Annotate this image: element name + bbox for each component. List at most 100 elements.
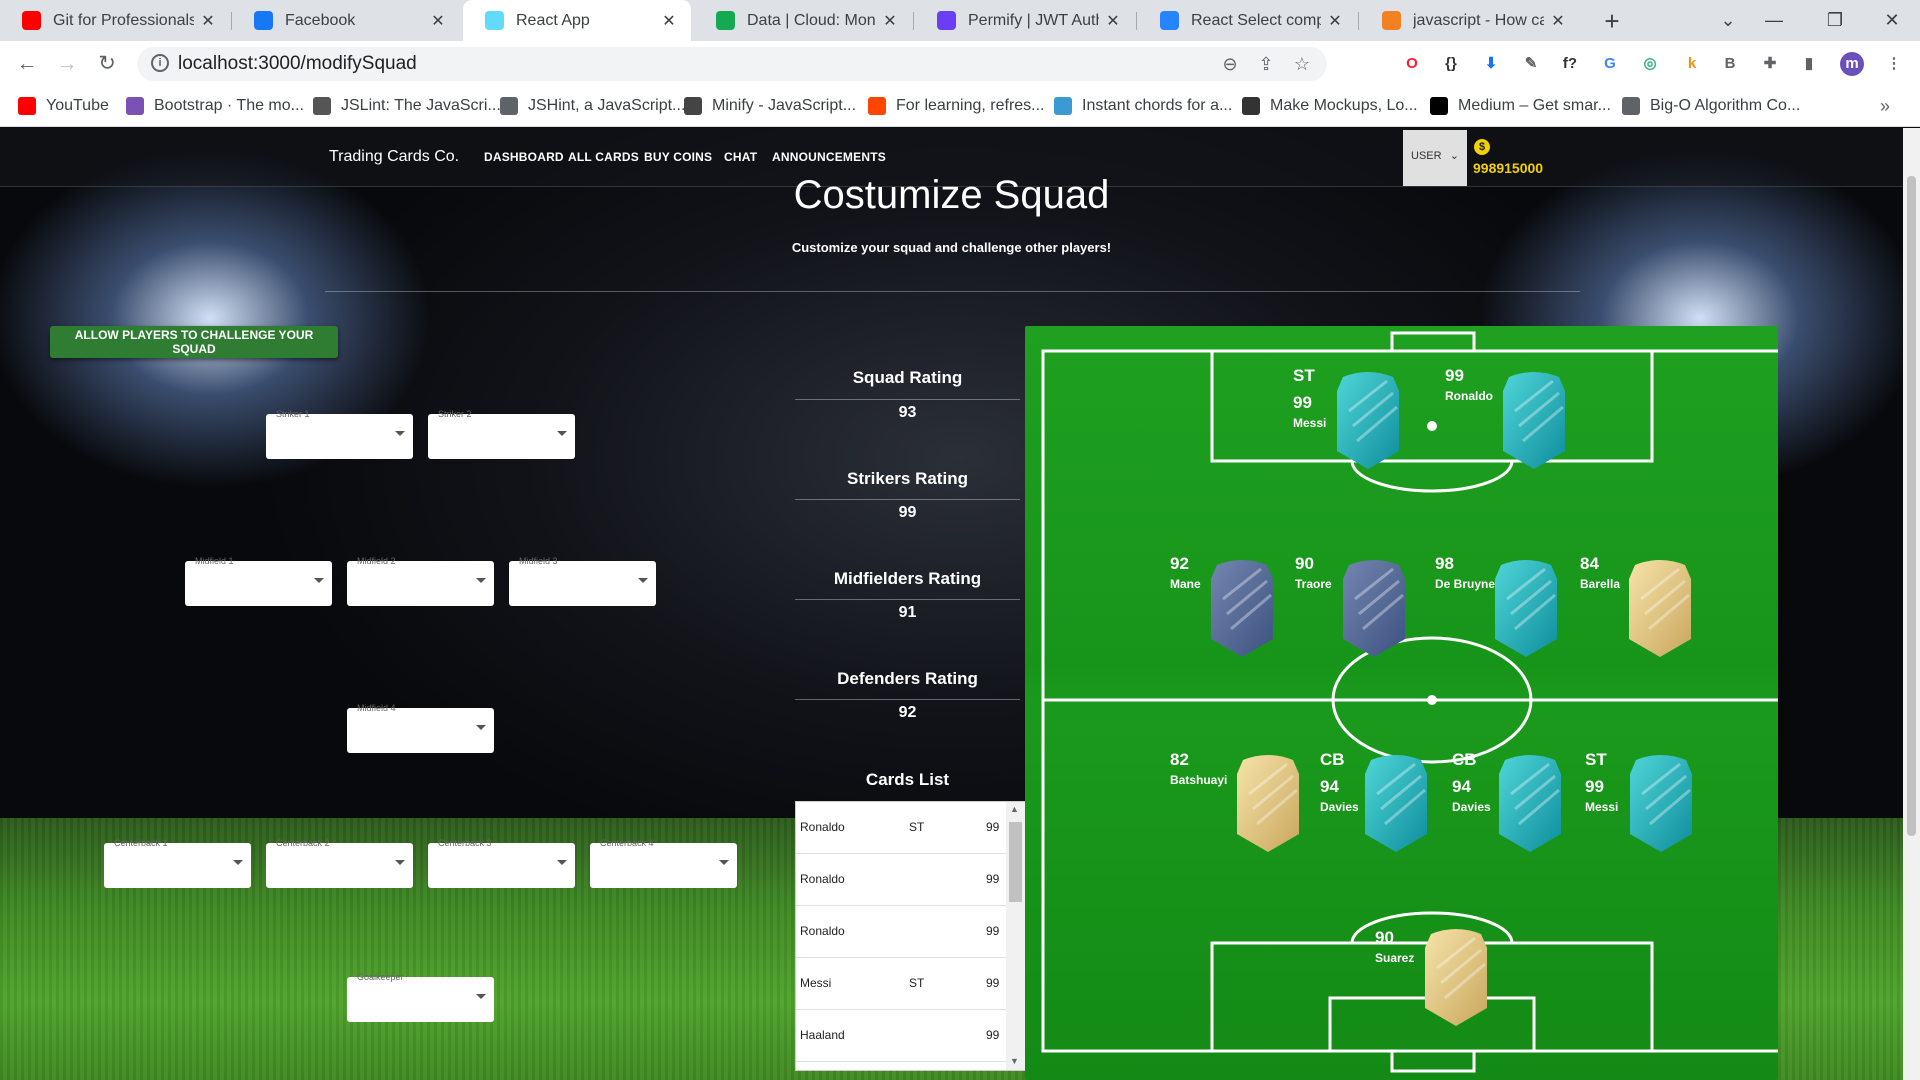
card-list-item[interactable]: Ronaldo 99 bbox=[796, 906, 1006, 958]
player-card[interactable] bbox=[1629, 559, 1691, 657]
puzzle-icon[interactable]: ✚ bbox=[1758, 52, 1782, 76]
cards-list-scrollbar[interactable]: ▲ ▼ bbox=[1006, 802, 1025, 1070]
midfield-4-select[interactable]: Midfield 4 bbox=[347, 703, 494, 753]
nav-all-cards[interactable]: ALL CARDS bbox=[568, 150, 639, 164]
nav-buy-coins[interactable]: BUY COINS bbox=[644, 150, 712, 164]
reload-icon[interactable]: ↻ bbox=[92, 49, 122, 79]
tab-title: javascript - How can I bbox=[1413, 11, 1544, 29]
new-tab-button[interactable]: + bbox=[1597, 6, 1627, 36]
close-tab-icon[interactable]: ✕ bbox=[876, 11, 904, 31]
bookmark-star-icon[interactable]: ☆ bbox=[1289, 51, 1315, 77]
centerback-1-select[interactable]: Centerback 1 bbox=[104, 838, 251, 888]
bookmark-label: For learning, refres... bbox=[896, 97, 1045, 114]
cards-list-scroll-thumb[interactable] bbox=[1009, 822, 1022, 902]
goalkeeper-select[interactable]: Goalkeeper bbox=[347, 972, 494, 1022]
browser-tab[interactable]: Permify | JWT Authent✕ bbox=[915, 0, 1135, 41]
centerback-2-select[interactable]: Centerback 2 bbox=[266, 838, 413, 888]
centerback-3-select[interactable]: Centerback 3 bbox=[428, 838, 575, 888]
bookmark-item[interactable]: YouTube bbox=[18, 87, 109, 125]
profile-avatar[interactable]: m bbox=[1840, 52, 1864, 76]
centerback-4-select[interactable]: Centerback 4 bbox=[590, 838, 737, 888]
close-tab-icon[interactable]: ✕ bbox=[1321, 11, 1349, 31]
nav-dashboard[interactable]: DASHBOARD bbox=[484, 150, 564, 164]
striker-2-select[interactable]: Striker 2 bbox=[428, 409, 575, 459]
card-list-item[interactable]: Messi ST 99 bbox=[796, 958, 1006, 1010]
allow-challenge-button[interactable]: ALLOW PLAYERS TO CHALLENGE YOUR SQUAD bbox=[50, 326, 338, 358]
page-scrollbar[interactable] bbox=[1903, 128, 1920, 1080]
color-icon[interactable]: ◎ bbox=[1638, 52, 1662, 76]
bookmark-item[interactable]: JSHint, a JavaScript... bbox=[500, 87, 685, 125]
close-tab-icon[interactable]: ✕ bbox=[655, 11, 683, 31]
card-position: ST bbox=[909, 976, 925, 990]
player-name: Suarez bbox=[1375, 951, 1415, 965]
bookmark-item[interactable]: Big-O Algorithm Co... bbox=[1622, 87, 1800, 125]
close-tab-icon[interactable]: ✕ bbox=[1099, 11, 1127, 31]
browser-tab[interactable]: React App ✕ bbox=[463, 0, 691, 41]
translate-icon[interactable]: G bbox=[1598, 52, 1622, 76]
player-card[interactable] bbox=[1495, 559, 1557, 657]
browser-tab[interactable]: Git for Professionals T✕ bbox=[0, 0, 230, 41]
address-bar[interactable]: i localhost:3000/modifySquad ⊖ ⇪ ☆ bbox=[137, 47, 1327, 81]
player-card[interactable] bbox=[1499, 754, 1561, 852]
close-window-icon[interactable]: ✕ bbox=[1864, 0, 1920, 41]
minimize-icon[interactable]: — bbox=[1746, 0, 1802, 41]
midfield-2-select[interactable]: Midfield 2 bbox=[347, 556, 494, 606]
download-icon[interactable]: ⬇ bbox=[1479, 52, 1503, 76]
rating-divider bbox=[795, 699, 1020, 700]
brand-logo[interactable]: Trading Cards Co. bbox=[329, 148, 459, 166]
player-card[interactable] bbox=[1237, 754, 1299, 852]
close-tab-icon[interactable]: ✕ bbox=[424, 11, 452, 31]
site-info-icon[interactable]: i bbox=[151, 54, 169, 72]
forward-icon[interactable]: → bbox=[52, 49, 82, 79]
browser-tab[interactable]: javascript - How can I✕ bbox=[1360, 0, 1580, 41]
nav-chat[interactable]: CHAT bbox=[724, 150, 757, 164]
function-icon[interactable]: f? bbox=[1558, 52, 1582, 76]
k-icon[interactable]: k bbox=[1680, 52, 1704, 76]
striker-1-select[interactable]: Striker 1 bbox=[266, 409, 413, 459]
more-bookmarks-icon[interactable]: » bbox=[1880, 87, 1890, 125]
scroll-down-icon[interactable]: ▼ bbox=[1010, 1056, 1019, 1066]
browser-tab[interactable]: React Select compone✕ bbox=[1138, 0, 1357, 41]
sidepanel-icon[interactable]: ▮ bbox=[1797, 52, 1821, 76]
bookmark-item[interactable]: Medium – Get smar... bbox=[1430, 87, 1611, 125]
card-list-item[interactable]: Ronaldo ST 99 bbox=[796, 802, 1006, 854]
select-label: Goalkeeper bbox=[357, 972, 404, 982]
cards-list[interactable]: Ronaldo ST 99 Ronaldo 99 Ronaldo 99 Messi ST 99 Ha… bbox=[795, 801, 1027, 1071]
opera-icon[interactable]: O bbox=[1400, 52, 1424, 76]
page-scroll-thumb[interactable] bbox=[1907, 176, 1916, 836]
b-icon[interactable]: B bbox=[1718, 52, 1742, 76]
squad-pitch: ST 99 Messi 99 Ronaldo 92 Mane 90 Traore 98 De Bru… bbox=[1025, 326, 1778, 1080]
midfield-1-select[interactable]: Midfield 1 bbox=[185, 556, 332, 606]
bookmark-item[interactable]: JSLint: The JavaScri... bbox=[313, 87, 501, 125]
close-tab-icon[interactable]: ✕ bbox=[1544, 11, 1572, 31]
bookmark-item[interactable]: Bootstrap · The mo... bbox=[126, 87, 304, 125]
browser-menu-icon[interactable]: ⋮ bbox=[1882, 52, 1906, 76]
zoom-icon[interactable]: ⊖ bbox=[1217, 51, 1243, 77]
player-card[interactable] bbox=[1365, 754, 1427, 852]
card-list-item[interactable]: Haaland 99 bbox=[796, 1010, 1006, 1062]
player-card[interactable] bbox=[1343, 559, 1405, 657]
restore-icon[interactable]: ❐ bbox=[1807, 0, 1863, 41]
json-icon[interactable]: {} bbox=[1439, 52, 1463, 76]
nav-announcements[interactable]: ANNOUNCEMENTS bbox=[772, 150, 886, 164]
player-card[interactable] bbox=[1503, 371, 1565, 469]
share-icon[interactable]: ⇪ bbox=[1253, 51, 1279, 77]
bookmark-item[interactable]: Make Mockups, Lo... bbox=[1242, 87, 1418, 125]
player-rating: 82 bbox=[1170, 750, 1189, 769]
browser-tab[interactable]: Data | Cloud: MongoD✕ bbox=[694, 0, 912, 41]
scroll-up-icon[interactable]: ▲ bbox=[1010, 804, 1019, 814]
player-card[interactable] bbox=[1211, 559, 1273, 657]
bookmark-item[interactable]: Minify - JavaScript... bbox=[684, 87, 856, 125]
player-card[interactable] bbox=[1630, 754, 1692, 852]
card-list-item[interactable]: Ronaldo 99 bbox=[796, 854, 1006, 906]
back-icon[interactable]: ← bbox=[12, 49, 42, 79]
eyedropper-icon[interactable]: ✎ bbox=[1519, 52, 1543, 76]
player-card[interactable] bbox=[1337, 371, 1399, 469]
close-tab-icon[interactable]: ✕ bbox=[194, 11, 222, 31]
browser-tab[interactable]: Facebook ✕ bbox=[232, 0, 460, 41]
bookmark-item[interactable]: Instant chords for a... bbox=[1054, 87, 1232, 125]
card-name: Ronaldo bbox=[800, 872, 845, 886]
midfield-3-select[interactable]: Midfield 3 bbox=[509, 556, 656, 606]
bookmark-item[interactable]: For learning, refres... bbox=[868, 87, 1045, 125]
player-card[interactable] bbox=[1425, 928, 1487, 1026]
